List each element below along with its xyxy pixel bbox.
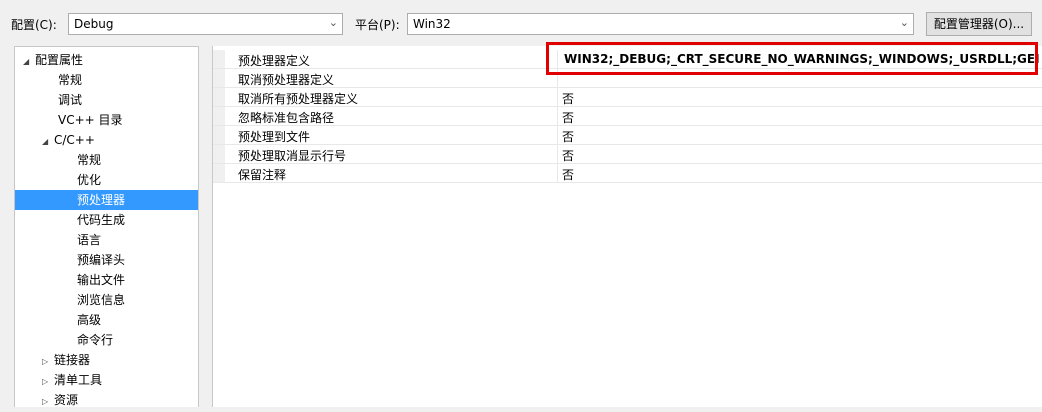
property-value[interactable]: WIN32;_DEBUG;_CRT_SECURE_NO_WARNINGS;_WI… [564, 52, 1039, 66]
collapse-arrow-icon[interactable]: ◢ [23, 52, 35, 72]
row-gutter [213, 50, 225, 68]
chevron-down-icon: ⌄ [899, 16, 909, 29]
property-name: 忽略标准包含路径 [238, 111, 335, 125]
tree-item-optimization[interactable]: 优化 [77, 170, 101, 190]
row-gutter [213, 107, 225, 125]
tree-item-resources[interactable]: ▷ 资源 [42, 390, 78, 410]
property-name: 保留注释 [238, 168, 287, 182]
collapse-arrow-icon[interactable]: ◢ [42, 132, 54, 152]
tree-item-label: 代码生成 [77, 213, 126, 227]
tree-item-linker[interactable]: ▷ 链接器 [42, 350, 90, 370]
property-row-suppress-line-numbers[interactable]: 预处理取消显示行号 否 [213, 145, 1042, 164]
tree-item-label: 命令行 [77, 333, 114, 347]
property-value[interactable]: 否 [562, 90, 574, 107]
tree-item-label: 优化 [77, 173, 102, 187]
column-divider [557, 88, 558, 107]
platform-dropdown[interactable]: Win32 ⌄ [407, 13, 914, 35]
property-row-preprocessor-definitions[interactable]: 预处理器定义 WIN32;_DEBUG;_CRT_SECURE_NO_WARNI… [213, 50, 1042, 69]
tree-item-code-generation[interactable]: 代码生成 [77, 210, 125, 230]
property-value[interactable]: 否 [562, 128, 574, 145]
tree-item-label: 资源 [54, 393, 79, 407]
row-gutter [213, 69, 225, 87]
column-divider [557, 69, 558, 88]
tree-item-label: 输出文件 [77, 273, 126, 287]
tree-item-browse-information[interactable]: 浏览信息 [77, 290, 125, 310]
expand-arrow-icon[interactable]: ▷ [42, 392, 54, 412]
tree-item-label: 预编译头 [77, 253, 126, 267]
expand-arrow-icon[interactable]: ▷ [42, 352, 54, 372]
tree-item-cpp-general[interactable]: 常规 [77, 150, 101, 170]
row-gutter [213, 145, 225, 163]
tree-item-label: VC++ 目录 [58, 113, 123, 127]
tree-item-label: 调试 [58, 93, 83, 107]
tree-item-label: 常规 [58, 73, 83, 87]
tree-item-label: 链接器 [54, 353, 91, 367]
column-divider [557, 107, 558, 126]
tree-item-label: 配置属性 [35, 53, 84, 67]
tree-item-label: C/C++ [54, 133, 95, 147]
property-tree: ◢ 配置属性 常规 调试 VC++ 目录 ◢ C/C++ 常规 优化 预处理器 代码… [14, 46, 199, 407]
property-name: 取消预处理器定义 [238, 73, 335, 87]
row-gutter [213, 126, 225, 144]
property-row-preprocess-to-file[interactable]: 预处理到文件 否 [213, 126, 1042, 145]
tree-item-language[interactable]: 语言 [77, 230, 101, 250]
tree-item-vc-directories[interactable]: VC++ 目录 [58, 110, 123, 130]
tree-item-label: 常规 [77, 153, 102, 167]
tree-item-preprocessor[interactable]: 预处理器 [15, 190, 198, 210]
tree-item-command-line[interactable]: 命令行 [77, 330, 113, 350]
platform-label: 平台(P): [355, 18, 400, 32]
property-name: 取消所有预处理器定义 [238, 92, 359, 106]
property-grid: 预处理器定义 WIN32;_DEBUG;_CRT_SECURE_NO_WARNI… [212, 46, 1042, 407]
config-value: Debug [74, 17, 114, 31]
tree-item-config-properties[interactable]: ◢ 配置属性 [23, 50, 83, 70]
column-divider [557, 145, 558, 164]
column-divider [557, 164, 558, 183]
tree-item-label: 高级 [77, 313, 102, 327]
config-dropdown[interactable]: Debug ⌄ [68, 13, 343, 35]
property-value[interactable]: 否 [562, 109, 574, 126]
tree-item-label: 浏览信息 [77, 293, 126, 307]
tree-item-advanced[interactable]: 高级 [77, 310, 101, 330]
tree-item-manifest-tool[interactable]: ▷ 清单工具 [42, 370, 102, 390]
toolbar: 配置(C): Debug ⌄ 平台(P): Win32 ⌄ 配置管理器(O)..… [0, 0, 1042, 44]
column-divider [557, 50, 558, 69]
tree-item-cpp[interactable]: ◢ C/C++ [42, 130, 95, 150]
property-row-ignore-include-path[interactable]: 忽略标准包含路径 否 [213, 107, 1042, 126]
property-name: 预处理到文件 [238, 130, 311, 144]
tree-item-label: 预处理器 [77, 193, 126, 207]
row-gutter [213, 88, 225, 106]
column-divider [557, 126, 558, 145]
tree-item-general[interactable]: 常规 [58, 70, 82, 90]
config-label: 配置(C): [11, 18, 57, 32]
property-row-keep-comments[interactable]: 保留注释 否 [213, 164, 1042, 183]
configuration-manager-button[interactable]: 配置管理器(O)... [926, 12, 1032, 36]
tree-item-debugging[interactable]: 调试 [58, 90, 82, 110]
property-value[interactable]: 否 [562, 166, 574, 183]
tree-item-label: 语言 [77, 233, 102, 247]
property-name: 预处理取消显示行号 [238, 149, 347, 163]
chevron-down-icon: ⌄ [328, 16, 338, 29]
expand-arrow-icon[interactable]: ▷ [42, 372, 54, 392]
tree-item-output-files[interactable]: 输出文件 [77, 270, 125, 290]
row-gutter [213, 164, 225, 182]
property-value[interactable]: 否 [562, 147, 574, 164]
tree-item-precompiled-headers[interactable]: 预编译头 [77, 250, 125, 270]
property-row-undefine-all[interactable]: 取消所有预处理器定义 否 [213, 88, 1042, 107]
property-name: 预处理器定义 [238, 54, 311, 68]
platform-value: Win32 [413, 17, 451, 31]
tree-item-label: 清单工具 [54, 373, 103, 387]
property-row-undefine-preprocessor[interactable]: 取消预处理器定义 [213, 69, 1042, 88]
